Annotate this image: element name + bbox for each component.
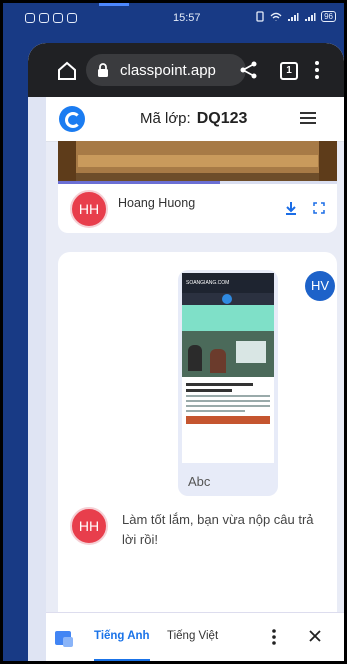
tab-switcher-button[interactable]: 1: [280, 62, 298, 80]
url-text: classpoint.app: [120, 61, 216, 79]
web-page: Mã lớp: DQ123 HH Hoang Huong HV SOANGIAN…: [46, 97, 344, 663]
class-code-label: Mã lớp:: [140, 110, 191, 127]
preview-site-name: SOANGIANG.COM: [182, 273, 274, 293]
frame-border: [0, 0, 347, 3]
notification-icon: [67, 13, 77, 23]
close-icon[interactable]: [309, 630, 321, 642]
student-avatar: HH: [70, 190, 108, 228]
more-vert-icon[interactable]: [315, 61, 319, 79]
notification-icon: [39, 13, 49, 23]
google-translate-icon: [55, 631, 73, 647]
browser-window: classpoint.app 1 Mã lớp: DQ123 HH Hoang …: [28, 43, 344, 663]
frame-border: [0, 0, 3, 664]
tab-vietnamese[interactable]: Tiếng Việt: [167, 630, 218, 642]
translate-bar: Tiếng Anh Tiếng Việt: [46, 612, 344, 663]
download-icon[interactable]: [285, 201, 297, 215]
screenshot-preview: SOANGIANG.COM: [182, 273, 274, 463]
status-accent-line: [99, 3, 129, 6]
notification-icons: [25, 13, 77, 23]
battery-level: 96: [321, 11, 336, 22]
progress-fill: [58, 181, 220, 184]
status-bar: 15:57 96: [3, 3, 344, 33]
address-bar[interactable]: classpoint.app: [86, 54, 246, 86]
class-code-value: DQ123: [196, 110, 248, 127]
submission-card: HH Hoang Huong: [58, 141, 337, 233]
submission-progress: [58, 181, 337, 184]
status-right-icons: 96: [255, 11, 336, 22]
vibrate-icon: [256, 11, 264, 22]
notification-icon: [53, 13, 63, 23]
thumbnail-caption: Abc: [188, 474, 211, 489]
lock-icon: [98, 63, 108, 77]
status-time: 15:57: [173, 12, 201, 24]
more-vert-icon[interactable]: [272, 629, 276, 645]
tab-english[interactable]: Tiếng Anh: [94, 630, 150, 642]
message-card: HV SOANGIANG.COM Abc HH Làm tốt lắm, bạn…: [58, 252, 337, 626]
teacher-avatar: HV: [305, 271, 335, 301]
browser-toolbar: classpoint.app 1: [28, 43, 344, 97]
signal-icon: [288, 12, 299, 21]
student-name: Hoang Huong: [118, 196, 196, 210]
hamburger-menu-icon[interactable]: [300, 112, 316, 124]
fullscreen-icon[interactable]: [313, 202, 325, 214]
shared-screenshot-thumbnail[interactable]: SOANGIANG.COM Abc: [178, 270, 278, 496]
classpoint-logo-icon[interactable]: [59, 106, 85, 132]
share-icon[interactable]: [240, 61, 258, 79]
reply-avatar: HH: [70, 507, 108, 545]
class-code: Mã lớp: DQ123: [140, 110, 247, 128]
notification-icon: [25, 13, 35, 23]
reply-message: Làm tốt lắm, bạn vừa nộp câu trả lời rồi…: [122, 512, 314, 547]
wifi-icon: [270, 12, 282, 21]
app-header: Mã lớp: DQ123: [46, 97, 344, 142]
signal-icon-2: [305, 12, 316, 21]
submission-photo[interactable]: [58, 141, 337, 181]
home-icon[interactable]: [56, 60, 78, 82]
